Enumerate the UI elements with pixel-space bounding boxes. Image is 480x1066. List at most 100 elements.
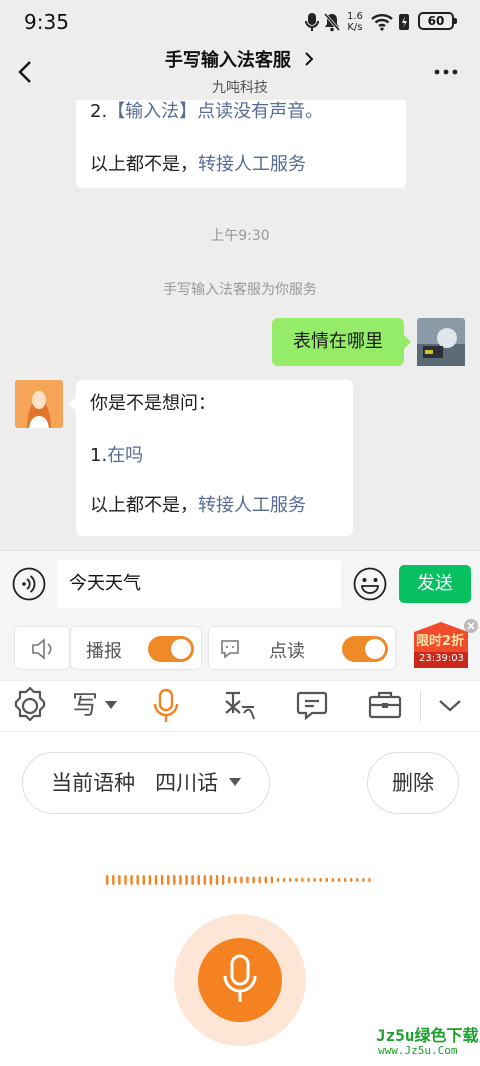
- voice-input-icon[interactable]: [152, 688, 180, 724]
- more-icon[interactable]: [434, 69, 458, 75]
- waveform-bar: [215, 875, 219, 885]
- waveform-bar: [173, 875, 176, 885]
- waveform-bar: [307, 878, 310, 882]
- handwrite-mode-button[interactable]: 写: [72, 690, 118, 722]
- waveform-bar: [191, 875, 194, 885]
- waveform-bar: [221, 875, 225, 885]
- voice-mode-icon[interactable]: [12, 567, 46, 601]
- chat-timestamp: 上午9:30: [210, 228, 270, 244]
- point-read-switch[interactable]: [342, 636, 388, 662]
- human-service-link[interactable]: 转接人工服务: [198, 495, 306, 516]
- phrase-icon[interactable]: [296, 690, 328, 720]
- waveform-bar: [142, 875, 145, 885]
- waveform-bar: [209, 875, 213, 885]
- waveform-bar: [337, 878, 341, 882]
- option-number: 1.: [90, 445, 108, 466]
- waveform-bar: [264, 876, 267, 884]
- waveform-bar: [148, 875, 152, 885]
- point-read-label: 点读: [269, 641, 305, 662]
- bot-avatar[interactable]: [15, 380, 63, 428]
- bubble-line: 1.在吗: [90, 442, 353, 470]
- waveform-bar: [179, 875, 182, 885]
- waveform-bar: [228, 876, 231, 884]
- battery-saver-icon: [399, 14, 409, 30]
- waveform-bar: [270, 876, 274, 884]
- toolbar-divider: [420, 690, 421, 722]
- net-speed-value: 1.6: [347, 11, 363, 22]
- my-message-bubble: 表情在哪里: [272, 318, 411, 366]
- point-read-toggle[interactable]: 点读: [208, 626, 396, 670]
- waveform-bar: [130, 875, 133, 885]
- mute-bell-icon: [323, 13, 341, 32]
- waveform-bar: [289, 878, 292, 882]
- waveform-bar: [301, 878, 304, 882]
- toolbox-icon[interactable]: [368, 690, 402, 720]
- waveform-bar: [246, 876, 249, 884]
- waveform-bar: [313, 878, 316, 882]
- chat-area[interactable]: 2.【输入法】点读没有声音。 以上都不是，转接人工服务 上午9:30 手写输入法…: [0, 100, 480, 550]
- waveform-bar: [325, 878, 328, 882]
- net-speed: 1.6 K/s: [347, 11, 363, 33]
- user-avatar[interactable]: [417, 318, 465, 366]
- send-button[interactable]: 发送: [399, 565, 471, 603]
- broadcast-label: 播报: [86, 641, 122, 662]
- broadcast-toggle[interactable]: 播报: [70, 626, 202, 670]
- dropdown-caret-icon: [228, 778, 241, 786]
- handwriting-icon[interactable]: [222, 687, 258, 723]
- option-number: 2.: [90, 101, 108, 122]
- voice-waveform: [106, 875, 371, 885]
- waveform-bar: [252, 876, 255, 884]
- waveform-bar: [362, 878, 365, 882]
- waveform-bar: [343, 878, 347, 882]
- speaker-toggle[interactable]: [14, 626, 70, 670]
- dropdown-caret-icon: [105, 701, 118, 709]
- promo-badge[interactable]: 限时2折 23:39:03: [410, 619, 478, 674]
- broadcast-switch[interactable]: [148, 636, 194, 662]
- waveform-bar: [282, 878, 286, 882]
- bubble-line: 2.【输入法】点读没有声音。: [90, 100, 406, 126]
- promo-countdown: 23:39:03: [419, 653, 464, 664]
- waveform-bar: [112, 875, 115, 885]
- close-promo-icon[interactable]: [464, 619, 478, 633]
- waveform-bar: [276, 878, 280, 882]
- waveform-bar: [136, 875, 139, 885]
- waveform-bar: [197, 875, 200, 885]
- language-label: 当前语种: [51, 771, 136, 795]
- fallback-text: 以上都不是，: [90, 154, 198, 175]
- battery-level: 60: [418, 12, 457, 30]
- waveform-bar: [319, 878, 322, 882]
- waveform-bar: [234, 876, 237, 884]
- waveform-bar: [295, 878, 298, 882]
- page-title[interactable]: 手写输入法客服: [0, 46, 480, 72]
- delete-button[interactable]: 删除: [367, 752, 459, 814]
- microphone-icon: [223, 954, 257, 1002]
- bot-suggestion-bubble: 你是不是想问： 1.在吗 以上都不是，转接人工服务: [69, 380, 353, 536]
- language-selector[interactable]: 当前语种 四川话: [22, 752, 270, 814]
- waveform-bar: [167, 875, 170, 885]
- status-bar: 9:35 1.6 K/s 60: [0, 0, 480, 44]
- comment-icon: [221, 640, 239, 659]
- wifi-icon: [371, 14, 393, 31]
- chevron-right-icon: [305, 52, 314, 66]
- waveform-bar: [154, 875, 158, 885]
- chevron-down-icon[interactable]: [438, 698, 462, 714]
- human-service-link[interactable]: 转接人工服务: [198, 154, 306, 175]
- bubble-line: 以上都不是，转接人工服务: [90, 492, 353, 520]
- faq-link[interactable]: 【输入法】点读没有声音。: [107, 101, 323, 122]
- mic-status-icon: [305, 13, 319, 31]
- waveform-bar: [124, 875, 127, 885]
- mic-button[interactable]: [198, 938, 282, 1022]
- waveform-bar: [331, 878, 335, 882]
- message-input[interactable]: 今天天气: [57, 560, 341, 608]
- waveform-bar: [106, 875, 109, 885]
- emoji-icon[interactable]: [353, 567, 387, 601]
- speaker-icon: [32, 638, 52, 660]
- suggestion-link[interactable]: 在吗: [107, 445, 143, 466]
- suggestion-intro: 你是不是想问：: [90, 393, 216, 414]
- net-speed-unit: K/s: [347, 22, 363, 33]
- waveform-bar: [240, 876, 243, 884]
- gear-icon[interactable]: [8, 684, 52, 728]
- bubble-line: 以上都不是，转接人工服务: [90, 151, 406, 179]
- status-time: 9:35: [24, 10, 69, 34]
- waveform-bar: [203, 875, 206, 885]
